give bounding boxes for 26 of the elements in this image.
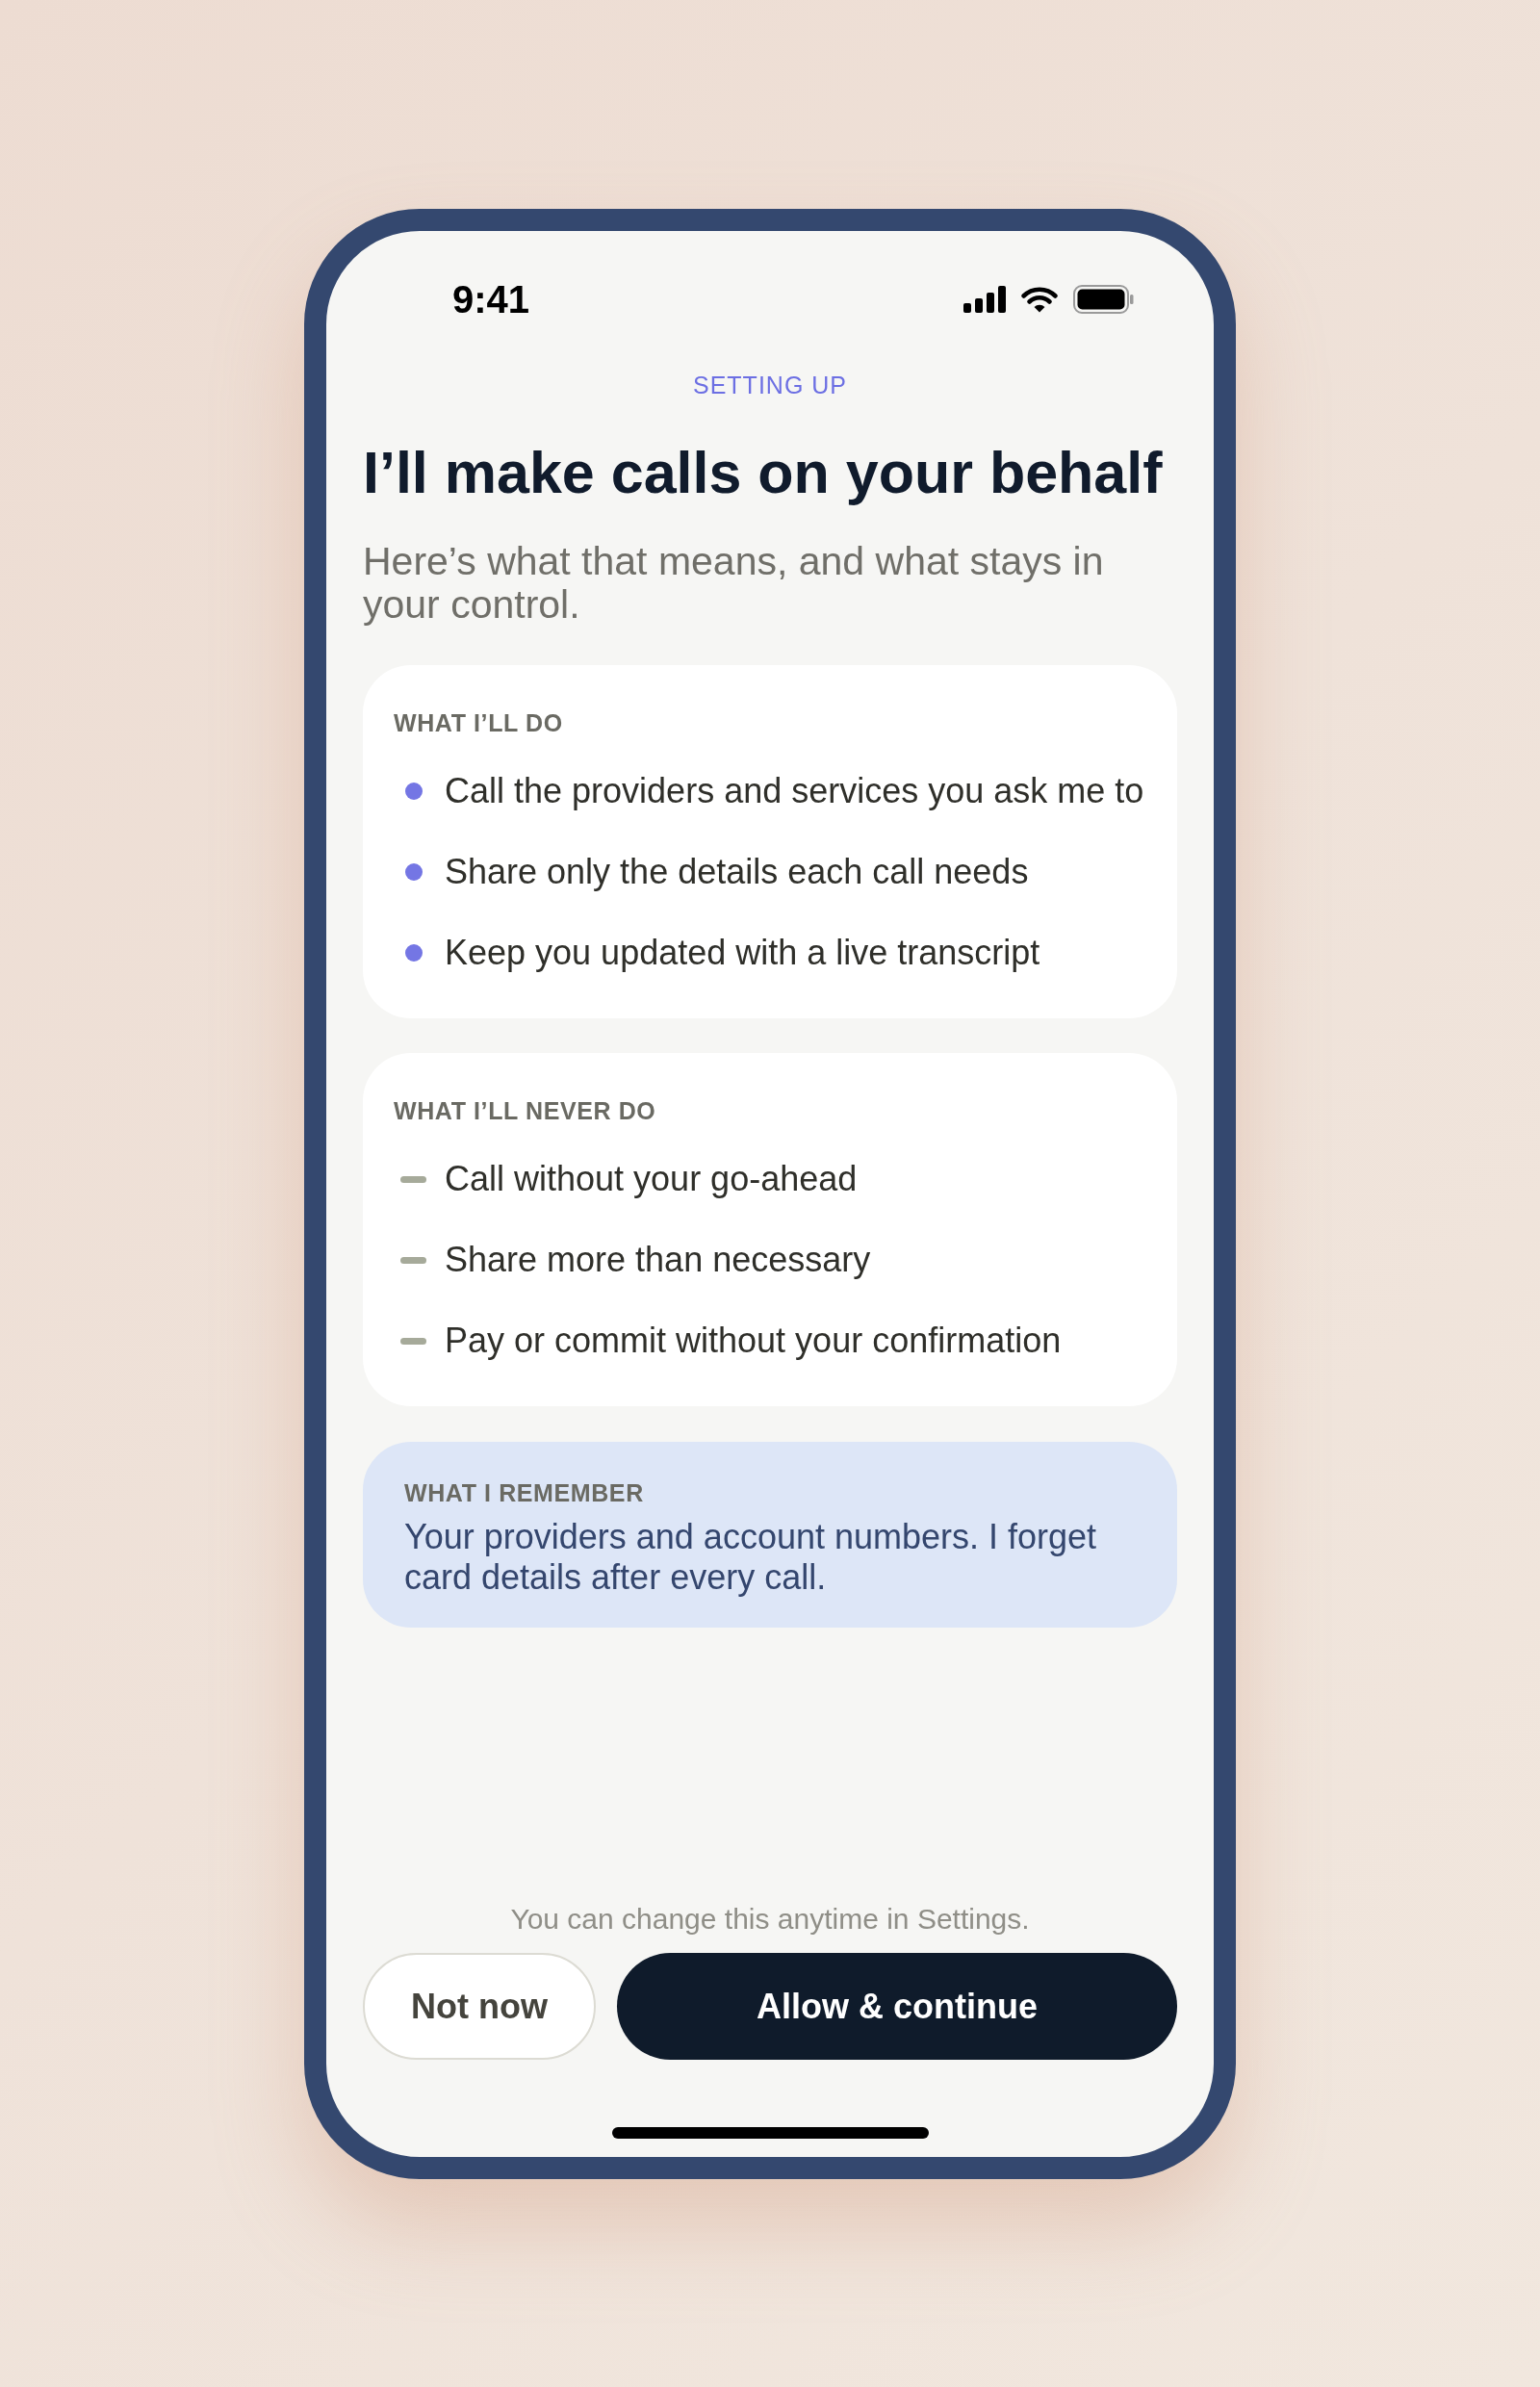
list-item: Share more than necessary [445, 1239, 871, 1281]
dash-icon [400, 1175, 426, 1183]
wifi-icon [1020, 286, 1059, 313]
note-text: Your providers and account numbers. I forget card details after every call. [404, 1517, 1098, 1598]
page-title: I’ll make calls on your behalf [363, 439, 1164, 507]
card-heading: WHAT I’LL NEVER DO [394, 1096, 657, 1125]
bullet-dot-icon [404, 783, 423, 800]
dash-icon [400, 1256, 426, 1264]
list-item: Keep you updated with a live transcript [445, 932, 1040, 974]
status-time: 9:41 [452, 277, 530, 321]
card-heading: WHAT I REMEMBER [404, 1478, 645, 1507]
list-item: Pay or commit without your confirmation [445, 1320, 1062, 1362]
secondary-button[interactable]: Not now [363, 1953, 596, 2060]
dash-icon [400, 1337, 426, 1345]
list-item: Call without your go-ahead [445, 1158, 858, 1200]
card-heading: WHAT I’LL DO [394, 708, 564, 737]
settings-note: You can change this anytime in Settings. [510, 1902, 1030, 1937]
battery-icon [1073, 285, 1134, 314]
eyebrow-label: SETTING UP [693, 371, 847, 399]
list-item: Call the providers and services you ask me to [445, 770, 1144, 812]
signal-icon [963, 286, 1006, 313]
bullet-dot-icon [404, 863, 423, 881]
primary-button[interactable]: Allow & continue [617, 1953, 1177, 2060]
list-item: Share only the details each call needs [445, 851, 1029, 893]
bullet-dot-icon [404, 944, 423, 962]
page-subtitle: Here’s what that means, and what stays in your control. [363, 540, 1105, 627]
